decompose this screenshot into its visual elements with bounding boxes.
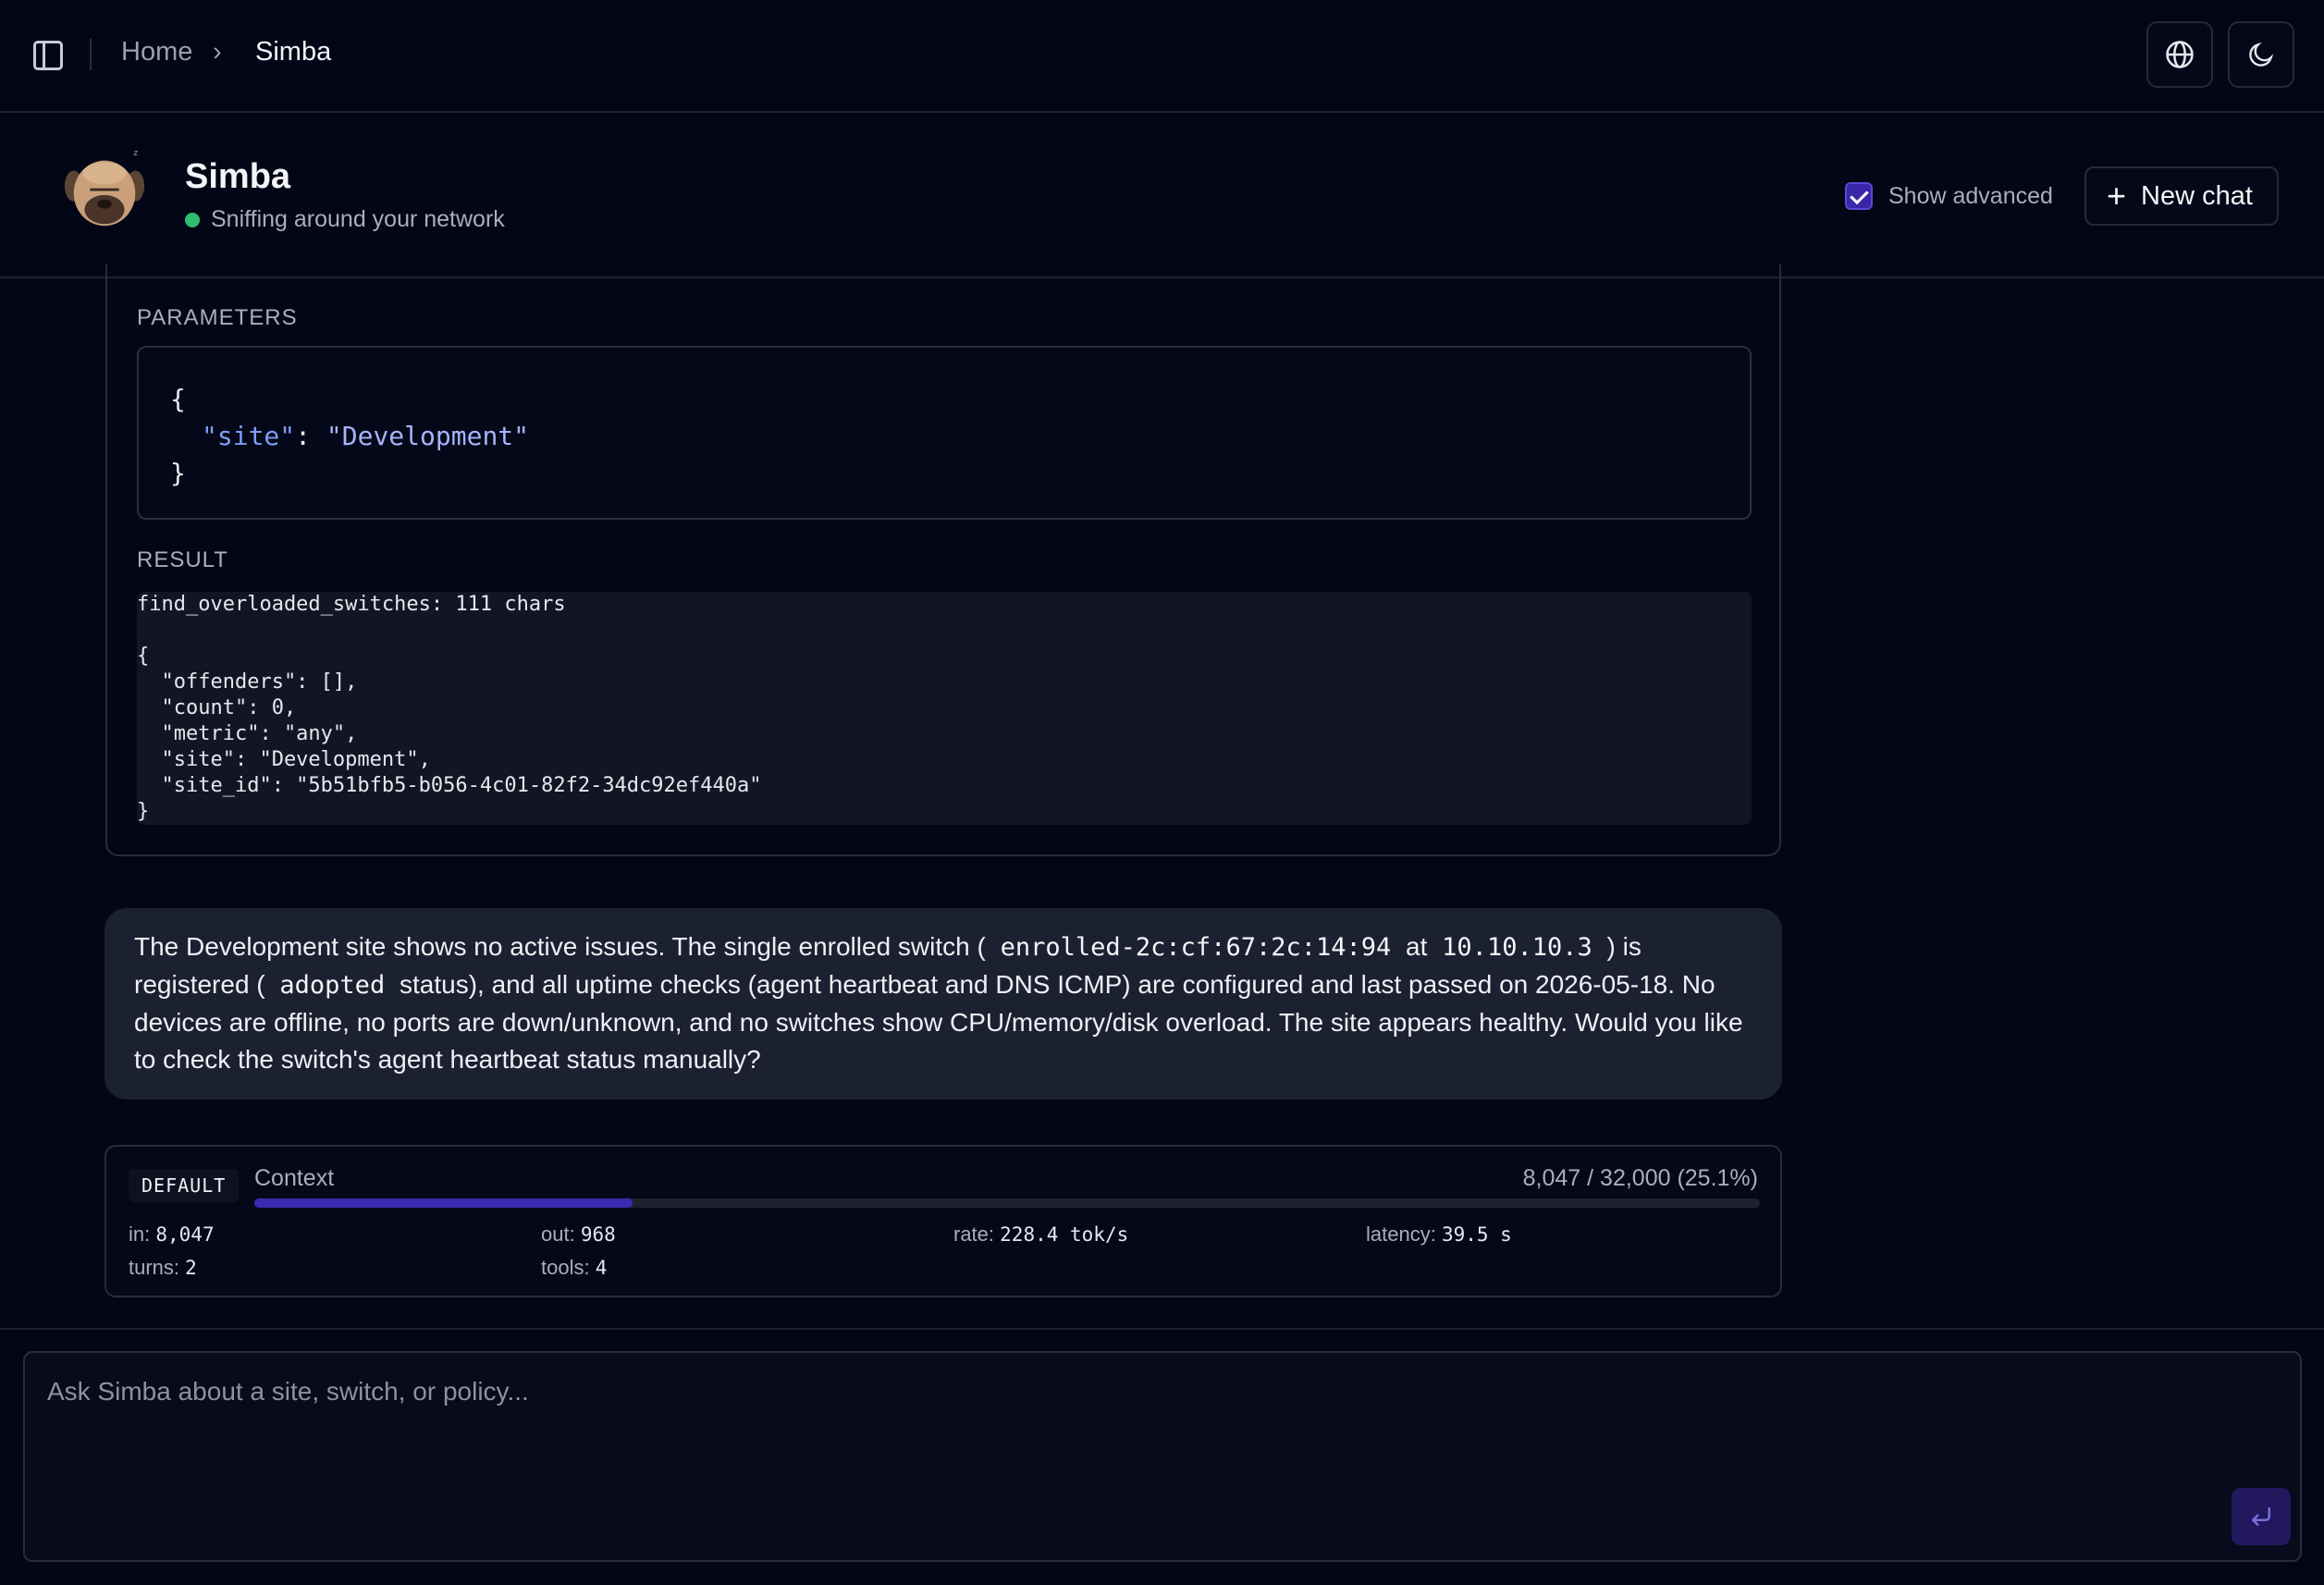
stat-value: 39.5 s [1441,1223,1512,1246]
code-line: } [170,458,186,488]
avatar: z [64,149,145,227]
stat-label: out: [541,1223,575,1246]
inline-code: 10.10.10.3 [1442,933,1592,962]
breadcrumb-current: Simba [255,37,332,67]
assistant-message: The Development site shows no active iss… [105,908,1782,1100]
message-input[interactable] [25,1353,2300,1560]
result-text: find_overloaded_switches: 111 chars { "o… [137,593,762,823]
agent-status: Sniffing around your network [211,206,505,232]
model-badge: DEFAULT [129,1169,240,1202]
stat-out: out: 968 [541,1223,616,1247]
composer [23,1351,2302,1562]
message-text: The Development site shows no active iss… [134,932,986,961]
stat-value: 228.4 tok/s [1000,1223,1129,1246]
divider [90,39,92,70]
new-chat-label: New chat [2141,180,2253,211]
parameters-code-block: { "site": "Development" } [137,346,1752,520]
globe-icon [2166,41,2194,68]
stat-turns: turns: 2 [129,1256,197,1280]
result-label: RESULT [137,547,228,572]
stat-value: 968 [580,1223,616,1246]
usage-stats-card: DEFAULT Context 8,047 / 32,000 (25.1%) i… [105,1145,1782,1297]
stat-label: rate: [953,1223,995,1246]
context-value: 8,047 / 32,000 (25.1%) [1522,1165,1758,1191]
status-indicator [185,213,200,227]
svg-text:z: z [133,149,138,158]
stat-label: turns: [129,1256,180,1279]
stat-in: in: 8,047 [129,1223,215,1247]
theme-toggle-button[interactable] [2228,21,2294,88]
stat-label: latency: [1366,1223,1436,1246]
agent-name: Simba [185,157,291,196]
tool-call-card: PARAMETERS { "site": "Development" } RES… [105,264,1781,856]
stat-rate: rate: 228.4 tok/s [953,1223,1128,1247]
stat-value: 2 [185,1257,197,1279]
divider [0,1328,2324,1330]
sidebar-toggle-icon[interactable] [33,41,63,70]
result-code-block: find_overloaded_switches: 111 chars { "o… [137,592,1752,825]
chevron-right-icon: › [213,37,222,67]
context-progress-fill [254,1198,633,1208]
context-progress-bar [254,1198,1760,1208]
code-line: "site": "Development" [170,418,1718,455]
enter-icon [2252,1507,2270,1526]
parameters-label: PARAMETERS [137,305,298,330]
moon-icon [2249,42,2274,67]
stat-value: 8,047 [155,1223,215,1246]
send-button[interactable] [2232,1488,2291,1545]
stat-label: tools: [541,1256,590,1279]
stat-tools: tools: 4 [541,1256,607,1280]
plus-icon: + [2107,177,2127,215]
message-text: at [1406,932,1428,961]
breadcrumb-home[interactable]: Home [121,37,192,68]
top-bar: Home › Simba [0,0,2324,113]
new-chat-button[interactable]: + New chat [2084,166,2279,226]
param-colon: : [295,421,326,451]
context-label: Context [254,1165,335,1191]
show-advanced-label[interactable]: Show advanced [1888,183,2053,210]
param-key: "site" [202,421,296,451]
language-button[interactable] [2146,21,2213,88]
code-line: { [170,384,186,414]
stat-value: 4 [595,1257,608,1279]
show-advanced-checkbox[interactable] [1845,182,1873,210]
stat-label: in: [129,1223,151,1246]
param-value: "Development" [326,421,530,451]
stat-latency: latency: 39.5 s [1366,1223,1512,1247]
inline-code: adopted [279,971,386,1000]
agent-header: z Simba Sniffing around your network Sho… [0,113,2324,278]
inline-code: enrolled-2c:cf:67:2c:14:94 [1000,933,1392,962]
